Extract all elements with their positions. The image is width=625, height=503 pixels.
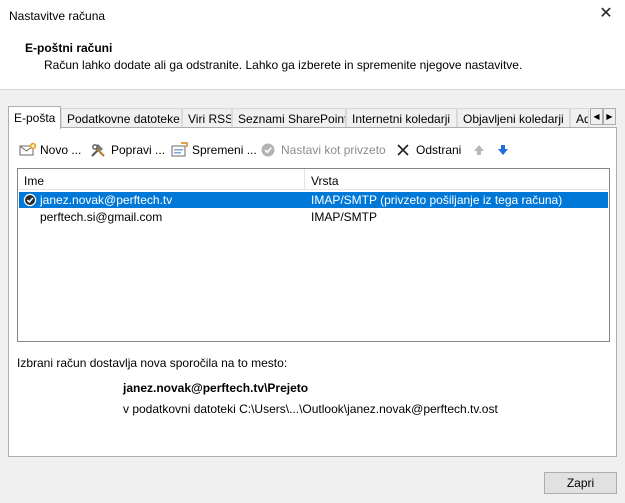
column-header-name[interactable]: Ime	[24, 174, 44, 188]
account-row[interactable]: perftech.si@gmail.com IMAP/SMTP	[19, 209, 608, 225]
new-mail-icon	[19, 142, 37, 158]
delivery-data-file: v podatkovni datoteki C:\Users\...\Outlo…	[123, 402, 498, 416]
check-circle-icon	[260, 142, 278, 158]
new-account-button[interactable]: Novo ...	[19, 140, 81, 160]
tab-scroll-right-icon[interactable]: ▶	[603, 108, 616, 125]
move-up-button[interactable]	[471, 140, 492, 160]
tab-email[interactable]: E-pošta	[8, 106, 61, 129]
account-type: IMAP/SMTP	[311, 210, 378, 224]
account-name: perftech.si@gmail.com	[40, 210, 163, 224]
remove-button[interactable]: Odstrani	[395, 140, 461, 160]
repair-label: Popravi ...	[111, 143, 166, 157]
delete-x-icon	[395, 142, 413, 158]
tab-address-books[interactable]: Ad	[570, 108, 589, 128]
account-type: IMAP/SMTP (privzeto pošiljanje iz tega r…	[311, 193, 563, 207]
change-button[interactable]: Spremeni ...	[171, 140, 257, 160]
delivery-info-label: Izbrani račun dostavlja nova sporočila n…	[17, 356, 288, 370]
close-button[interactable]: Zapri	[544, 472, 617, 494]
dialog-header: E-poštni računi Račun lahko dodate ali g…	[0, 31, 625, 90]
default-account-check-icon	[23, 193, 37, 207]
window-title: Nastavitve računa	[9, 9, 106, 23]
account-row[interactable]: janez.novak@perftech.tv IMAP/SMTP (privz…	[19, 192, 608, 208]
tab-rss-feeds[interactable]: Viri RSS	[182, 108, 232, 128]
account-name: janez.novak@perftech.tv	[40, 193, 173, 207]
change-label: Spremeni ...	[192, 143, 257, 157]
repair-button[interactable]: Popravi ...	[90, 140, 165, 160]
new-account-label: Novo ...	[40, 143, 82, 157]
remove-label: Odstrani	[416, 143, 462, 157]
set-default-button[interactable]: Nastavi kot privzeto	[260, 140, 386, 160]
tab-data-files[interactable]: Podatkovne datoteke	[61, 108, 182, 128]
header-subtitle: Račun lahko dodate ali ga odstranite. La…	[44, 58, 523, 72]
header-title: E-poštni računi	[25, 41, 113, 55]
tab-published-calendars[interactable]: Objavljeni koledarji	[457, 108, 570, 128]
change-settings-icon	[171, 142, 189, 158]
repair-tools-icon	[90, 142, 108, 158]
delivery-folder: janez.novak@perftech.tv\Prejeto	[123, 381, 309, 395]
set-default-label: Nastavi kot privzeto	[281, 143, 386, 157]
account-list[interactable]: Ime Vrsta janez.novak@perftech.tv IMAP/S…	[17, 168, 610, 342]
tab-internet-calendars[interactable]: Internetni koledarji	[346, 108, 457, 128]
email-tab-panel: Novo ... Popravi ... Spremeni ... Nastav…	[8, 127, 617, 457]
list-header: Ime Vrsta	[18, 169, 609, 190]
tab-scroll-left-icon[interactable]: ◀	[590, 108, 603, 125]
arrow-up-icon	[471, 142, 489, 158]
column-header-type[interactable]: Vrsta	[311, 174, 339, 188]
move-down-button[interactable]	[495, 140, 516, 160]
arrow-down-icon	[495, 142, 513, 158]
title-bar: Nastavitve računa ✕	[0, 0, 625, 31]
tab-strip: E-pošta Podatkovne datoteke Viri RSS Sez…	[8, 106, 617, 129]
tab-sharepoint-lists[interactable]: Seznami SharePoint	[232, 108, 346, 128]
close-icon[interactable]: ✕	[597, 5, 615, 23]
column-divider[interactable]	[304, 169, 305, 190]
